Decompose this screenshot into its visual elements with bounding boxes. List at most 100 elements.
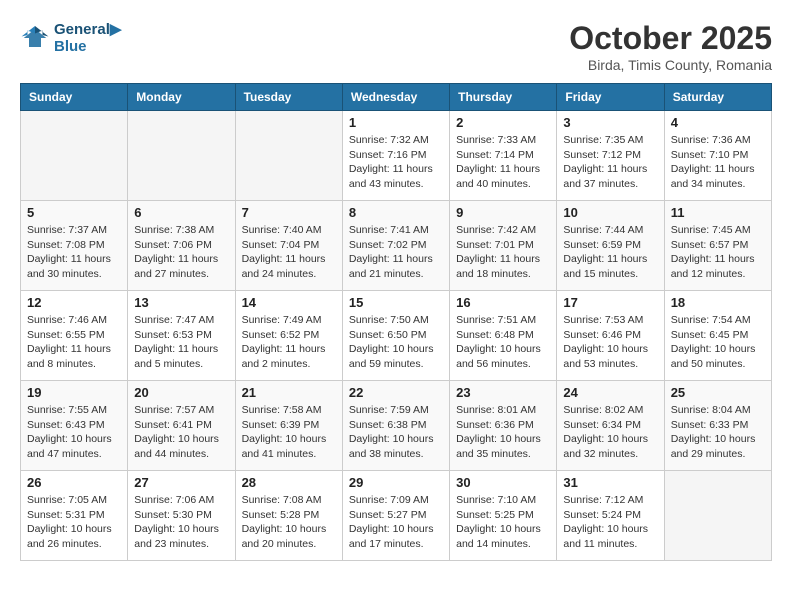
day-info: Sunrise: 7:57 AM Sunset: 6:41 PM Dayligh… [134, 403, 228, 462]
day-number: 14 [242, 295, 336, 310]
day-info: Sunrise: 7:55 AM Sunset: 6:43 PM Dayligh… [27, 403, 121, 462]
day-number: 5 [27, 205, 121, 220]
day-info: Sunrise: 7:51 AM Sunset: 6:48 PM Dayligh… [456, 313, 550, 372]
day-info: Sunrise: 8:04 AM Sunset: 6:33 PM Dayligh… [671, 403, 765, 462]
day-info: Sunrise: 7:09 AM Sunset: 5:27 PM Dayligh… [349, 493, 443, 552]
day-info: Sunrise: 7:06 AM Sunset: 5:30 PM Dayligh… [134, 493, 228, 552]
day-info: Sunrise: 7:58 AM Sunset: 6:39 PM Dayligh… [242, 403, 336, 462]
weekday-header-thursday: Thursday [450, 84, 557, 111]
calendar-cell: 7Sunrise: 7:40 AM Sunset: 7:04 PM Daylig… [235, 201, 342, 291]
day-info: Sunrise: 7:35 AM Sunset: 7:12 PM Dayligh… [563, 133, 657, 192]
logo-text: General▶ Blue [54, 20, 121, 55]
day-number: 23 [456, 385, 550, 400]
location: Birda, Timis County, Romania [569, 57, 772, 73]
calendar-cell: 23 Sunrise: 8:01 AM Sunset: 6:36 PM Dayli… [450, 381, 557, 471]
day-number: 20 [134, 385, 228, 400]
calendar-cell: 30 Sunrise: 7:10 AM Sunset: 5:25 PM Dayli… [450, 471, 557, 561]
calendar-cell: 14 Sunrise: 7:49 AM Sunset: 6:52 PM Dayli… [235, 291, 342, 381]
calendar-cell: 4 Sunrise: 7:36 AM Sunset: 7:10 PM Daylig… [664, 111, 771, 201]
day-number: 11 [671, 205, 765, 220]
day-info: Sunrise: 7:36 AM Sunset: 7:10 PM Dayligh… [671, 133, 765, 192]
month-title: October 2025 [569, 20, 772, 57]
day-info: Sunrise: 7:53 AM Sunset: 6:46 PM Dayligh… [563, 313, 657, 372]
calendar-cell: 22Sunrise: 7:59 AM Sunset: 6:38 PM Dayli… [342, 381, 449, 471]
day-info: Sunrise: 7:38 AM Sunset: 7:06 PM Dayligh… [134, 223, 228, 282]
day-number: 8 [349, 205, 443, 220]
day-info: Sunrise: 7:44 AM Sunset: 6:59 PM Dayligh… [563, 223, 657, 282]
calendar-cell: 17 Sunrise: 7:53 AM Sunset: 6:46 PM Dayli… [557, 291, 664, 381]
day-number: 16 [456, 295, 550, 310]
day-number: 18 [671, 295, 765, 310]
day-number: 29 [349, 475, 443, 490]
calendar-cell: 27 Sunrise: 7:06 AM Sunset: 5:30 PM Dayli… [128, 471, 235, 561]
calendar-cell: 1Sunrise: 7:32 AM Sunset: 7:16 PM Daylig… [342, 111, 449, 201]
title-block: October 2025 Birda, Timis County, Romani… [569, 20, 772, 73]
calendar-cell: 12 Sunrise: 7:46 AM Sunset: 6:55 PM Dayli… [21, 291, 128, 381]
calendar-cell: 18 Sunrise: 7:54 AM Sunset: 6:45 PM Dayli… [664, 291, 771, 381]
calendar-cell: 24Sunrise: 8:02 AM Sunset: 6:34 PM Dayli… [557, 381, 664, 471]
day-number: 12 [27, 295, 121, 310]
calendar-cell: 16 Sunrise: 7:51 AM Sunset: 6:48 PM Dayli… [450, 291, 557, 381]
day-info: Sunrise: 7:10 AM Sunset: 5:25 PM Dayligh… [456, 493, 550, 552]
weekday-header-sunday: Sunday [21, 84, 128, 111]
day-number: 3 [563, 115, 657, 130]
calendar-week-row: 12 Sunrise: 7:46 AM Sunset: 6:55 PM Dayli… [21, 291, 772, 381]
day-info: Sunrise: 8:01 AM Sunset: 6:36 PM Dayligh… [456, 403, 550, 462]
weekday-header-tuesday: Tuesday [235, 84, 342, 111]
day-number: 6 [134, 205, 228, 220]
day-info: Sunrise: 7:54 AM Sunset: 6:45 PM Dayligh… [671, 313, 765, 372]
day-info: Sunrise: 7:08 AM Sunset: 5:28 PM Dayligh… [242, 493, 336, 552]
day-number: 10 [563, 205, 657, 220]
day-info: Sunrise: 7:46 AM Sunset: 6:55 PM Dayligh… [27, 313, 121, 372]
day-number: 24 [563, 385, 657, 400]
calendar-cell: 25 Sunrise: 8:04 AM Sunset: 6:33 PM Dayli… [664, 381, 771, 471]
day-number: 15 [349, 295, 443, 310]
day-number: 19 [27, 385, 121, 400]
calendar-cell [128, 111, 235, 201]
day-number: 9 [456, 205, 550, 220]
day-number: 1 [349, 115, 443, 130]
day-number: 2 [456, 115, 550, 130]
day-number: 21 [242, 385, 336, 400]
day-number: 25 [671, 385, 765, 400]
calendar-cell: 21 Sunrise: 7:58 AM Sunset: 6:39 PM Dayli… [235, 381, 342, 471]
day-number: 26 [27, 475, 121, 490]
day-info: Sunrise: 7:37 AM Sunset: 7:08 PM Dayligh… [27, 223, 121, 282]
day-info: Sunrise: 7:45 AM Sunset: 6:57 PM Dayligh… [671, 223, 765, 282]
day-info: Sunrise: 7:47 AM Sunset: 6:53 PM Dayligh… [134, 313, 228, 372]
weekday-header-saturday: Saturday [664, 84, 771, 111]
calendar-cell: 28 Sunrise: 7:08 AM Sunset: 5:28 PM Dayli… [235, 471, 342, 561]
calendar-cell: 19 Sunrise: 7:55 AM Sunset: 6:43 PM Dayli… [21, 381, 128, 471]
day-info: Sunrise: 7:49 AM Sunset: 6:52 PM Dayligh… [242, 313, 336, 372]
day-info: Sunrise: 7:41 AM Sunset: 7:02 PM Dayligh… [349, 223, 443, 282]
day-number: 27 [134, 475, 228, 490]
calendar-cell: 29 Sunrise: 7:09 AM Sunset: 5:27 PM Dayli… [342, 471, 449, 561]
calendar-cell: 31 Sunrise: 7:12 AM Sunset: 5:24 PM Dayli… [557, 471, 664, 561]
calendar-cell: 9Sunrise: 7:42 AM Sunset: 7:01 PM Daylig… [450, 201, 557, 291]
weekday-header-wednesday: Wednesday [342, 84, 449, 111]
calendar-week-row: 19 Sunrise: 7:55 AM Sunset: 6:43 PM Dayli… [21, 381, 772, 471]
calendar-cell [235, 111, 342, 201]
calendar-cell [21, 111, 128, 201]
calendar-cell: 2Sunrise: 7:33 AM Sunset: 7:14 PM Daylig… [450, 111, 557, 201]
day-number: 28 [242, 475, 336, 490]
day-number: 30 [456, 475, 550, 490]
calendar-cell: 3 Sunrise: 7:35 AM Sunset: 7:12 PM Daylig… [557, 111, 664, 201]
day-number: 31 [563, 475, 657, 490]
calendar-cell: 20 Sunrise: 7:57 AM Sunset: 6:41 PM Dayli… [128, 381, 235, 471]
calendar-cell [664, 471, 771, 561]
calendar-cell: 13 Sunrise: 7:47 AM Sunset: 6:53 PM Dayli… [128, 291, 235, 381]
calendar-cell: 10 Sunrise: 7:44 AM Sunset: 6:59 PM Dayli… [557, 201, 664, 291]
day-number: 7 [242, 205, 336, 220]
day-info: Sunrise: 7:12 AM Sunset: 5:24 PM Dayligh… [563, 493, 657, 552]
logo-icon [20, 23, 50, 53]
day-number: 22 [349, 385, 443, 400]
day-number: 13 [134, 295, 228, 310]
calendar-cell: 5 Sunrise: 7:37 AM Sunset: 7:08 PM Daylig… [21, 201, 128, 291]
calendar-week-row: 5 Sunrise: 7:37 AM Sunset: 7:08 PM Daylig… [21, 201, 772, 291]
day-info: Sunrise: 7:05 AM Sunset: 5:31 PM Dayligh… [27, 493, 121, 552]
day-info: Sunrise: 7:50 AM Sunset: 6:50 PM Dayligh… [349, 313, 443, 372]
day-number: 17 [563, 295, 657, 310]
calendar-cell: 11 Sunrise: 7:45 AM Sunset: 6:57 PM Dayli… [664, 201, 771, 291]
day-number: 4 [671, 115, 765, 130]
